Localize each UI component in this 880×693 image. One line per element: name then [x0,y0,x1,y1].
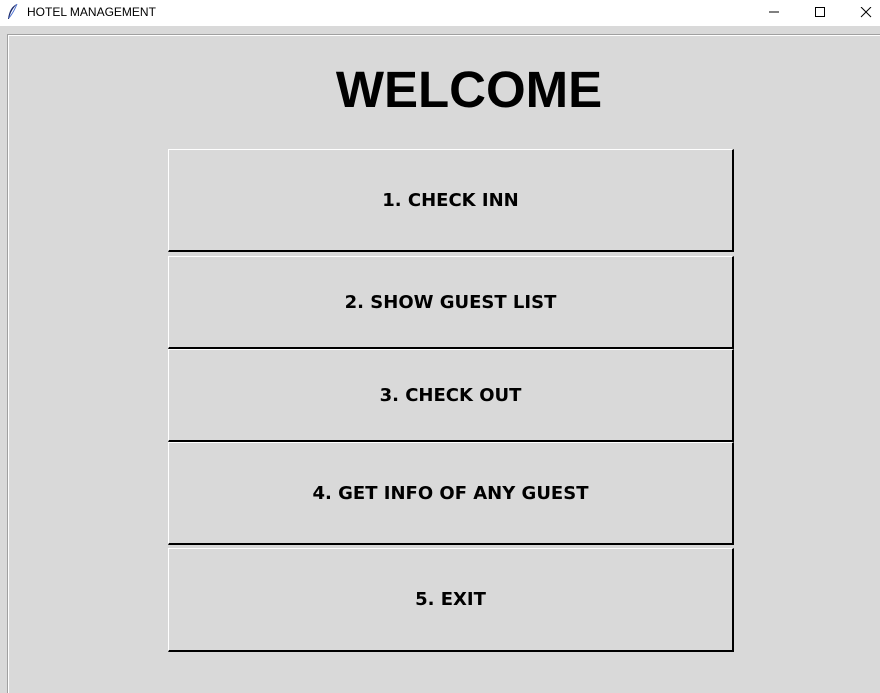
minimize-button[interactable] [750,0,796,26]
welcome-heading: WELCOME [335,61,603,118]
check-inn-button[interactable]: 1. CHECK INN [168,149,734,252]
minimize-icon [769,11,779,13]
close-button[interactable] [842,0,880,26]
get-guest-info-button[interactable]: 4. GET INFO OF ANY GUEST [168,442,734,545]
maximize-button[interactable] [796,0,842,26]
check-out-button[interactable]: 3. CHECK OUT [168,349,734,442]
maximize-icon [815,7,825,17]
feather-icon [6,3,20,21]
show-guest-list-button[interactable]: 2. SHOW GUEST LIST [168,256,734,349]
close-icon [860,7,872,18]
title-bar[interactable]: HOTEL MANAGEMENT [0,0,880,26]
main-panel: WELCOME 1. CHECK INN 2. SHOW GUEST LIST … [0,26,880,693]
exit-button[interactable]: 5. EXIT [168,548,734,652]
window-title: HOTEL MANAGEMENT [27,5,156,19]
app-window: HOTEL MANAGEMENT WELCOME 1. CHECK INN 2.… [0,0,880,693]
